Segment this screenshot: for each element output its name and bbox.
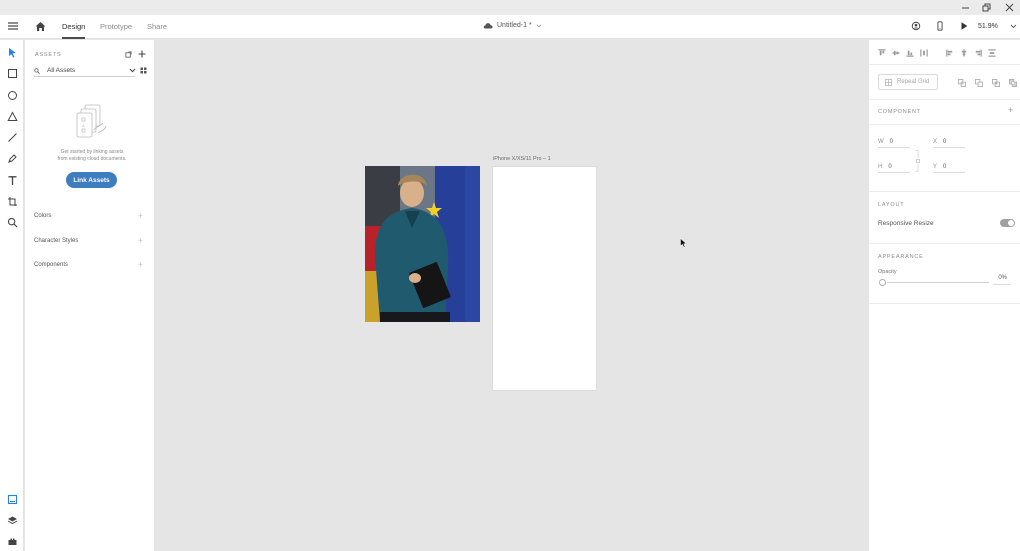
assets-panel-icon[interactable] [5,492,19,506]
responsive-resize-label: Responsive Resize [878,220,934,227]
top-nav-bar: Design Prototype Share Untitled-1 * 51.9… [0,15,1020,39]
search-icon [34,67,40,74]
add-boolean-icon[interactable] [957,78,966,87]
zoom-level[interactable]: 51.9% [978,23,998,30]
align-middle-icon[interactable] [891,49,900,58]
align-top-icon[interactable] [877,49,886,58]
height-field[interactable]: H 0 [878,161,910,173]
zoom-chevron-down-icon[interactable] [1010,23,1017,30]
repeat-grid-button[interactable]: Repeat Grid [878,74,938,90]
play-preview-icon[interactable] [958,20,970,32]
polygon-tool-icon[interactable] [5,109,19,123]
open-library-icon[interactable] [124,50,132,58]
chevron-down-icon [536,23,542,27]
assets-panel: ASSETS All Assets A Get started by linki… [25,40,155,551]
distribute-vertical-icon[interactable] [987,49,996,58]
document-title[interactable]: Untitled-1 * [483,22,542,29]
repeat-grid-label: Repeat Grid [897,79,930,85]
assets-panel-title: ASSETS [35,52,62,58]
align-toolbar [877,47,1015,59]
mobile-preview-icon[interactable] [934,20,946,32]
link-assets-button[interactable]: Link Assets [66,172,117,188]
artboard-tool-icon[interactable] [5,194,19,208]
subtract-boolean-icon[interactable] [974,78,983,87]
opacity-slider-track[interactable] [887,282,989,283]
properties-panel: Repeat Grid COMPONENT + W 0 X 0 H 0 Y 0 … [868,40,1020,551]
assets-section-character-styles[interactable]: Character Styles [34,238,78,244]
align-right-icon[interactable] [973,49,982,58]
linked-documents-illustration-icon: A [76,104,107,138]
active-tab-indicator [62,37,85,39]
layout-section-title: LAYOUT [878,202,905,208]
width-field[interactable]: W 0 [878,136,910,148]
tab-share[interactable]: Share [147,22,167,31]
close-icon[interactable] [1002,2,1016,13]
add-character-style-icon[interactable]: + [138,237,143,245]
opacity-slider-handle[interactable] [879,279,886,286]
divider [869,99,1020,100]
appearance-section-title: APPEARANCE [878,254,924,260]
lock-aspect-icon[interactable] [915,150,921,172]
ellipse-tool-icon[interactable] [5,88,19,102]
minimize-icon[interactable] [958,2,972,13]
y-field[interactable]: Y 0 [933,161,965,173]
cloud-icon [483,23,493,29]
rectangle-tool-icon[interactable] [5,66,19,80]
plugins-panel-icon[interactable] [5,534,19,548]
divider [869,191,1020,192]
add-component-icon[interactable]: + [138,261,143,269]
divider [869,243,1020,244]
divider [869,64,1020,65]
zoom-tool-icon[interactable] [5,215,19,229]
restore-icon[interactable] [979,2,993,13]
opacity-label: Opacity [878,269,897,275]
mouse-cursor-icon [680,238,687,248]
intersect-boolean-icon[interactable] [991,78,1000,87]
repeat-grid-icon [885,78,892,86]
line-tool-icon[interactable] [5,130,19,144]
text-tool-icon[interactable] [5,173,19,187]
align-center-icon[interactable] [959,49,968,58]
document-title-text: Untitled-1 * [497,22,532,29]
opacity-value-underline [993,284,1011,285]
artboard[interactable] [492,166,597,391]
pen-tool-icon[interactable] [5,151,19,165]
hamburger-menu-icon[interactable] [7,20,19,32]
align-left-icon[interactable] [945,49,954,58]
chevron-down-icon[interactable] [129,67,136,74]
tab-prototype[interactable]: Prototype [100,22,132,31]
add-asset-icon[interactable] [138,50,146,58]
grid-view-icon[interactable] [140,67,147,74]
assets-section-components[interactable]: Components [34,262,68,268]
divider [869,303,1020,304]
assets-section-colors[interactable]: Colors [34,213,51,219]
layers-panel-icon[interactable] [5,513,19,527]
title-bar [0,0,1020,15]
assets-filter-value: All Assets [47,67,76,74]
x-field[interactable]: X 0 [933,136,965,148]
photo-image [365,166,480,322]
svg-text:A: A [82,123,85,128]
responsive-resize-toggle[interactable] [1000,219,1015,227]
tool-rail [0,40,24,551]
assets-filter-select[interactable]: All Assets [34,65,135,77]
tab-design[interactable]: Design [62,22,85,31]
distribute-horizontal-icon[interactable] [919,49,928,58]
opacity-value[interactable]: 0% [993,275,1007,281]
add-component-icon[interactable]: + [1008,106,1013,115]
user-feedback-icon[interactable] [910,20,922,32]
placed-photo[interactable] [365,166,480,322]
component-section-title: COMPONENT [878,109,921,115]
align-bottom-icon[interactable] [905,49,914,58]
add-color-icon[interactable]: + [138,212,143,220]
divider [869,124,1020,125]
select-tool-icon[interactable] [5,45,19,59]
exclude-boolean-icon[interactable] [1008,78,1017,87]
artboard-label[interactable]: iPhone X/XS/11 Pro – 1 [493,156,551,162]
home-icon[interactable] [34,20,47,33]
assets-help-text: Get started by linking assets from exist… [57,149,127,162]
